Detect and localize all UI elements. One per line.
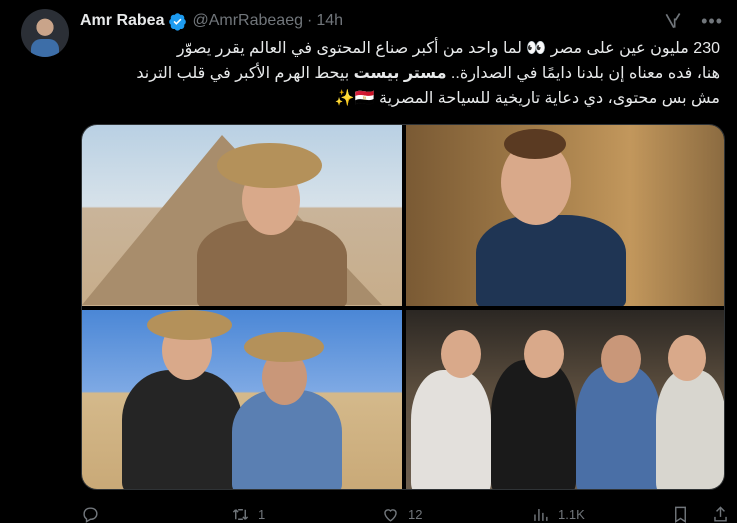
author-name[interactable]: Amr Rabea [80, 12, 164, 30]
mention-bold: مستر بيست [353, 65, 447, 82]
tweet-text-line-2: هنا، فده معناه إن بلدنا دايمًا في الصدار… [80, 61, 720, 86]
heart-icon [384, 508, 397, 522]
like-count: 12 [408, 506, 423, 522]
reply-button[interactable] [81, 505, 108, 523]
photo-two-men-pyramid[interactable] [82, 310, 402, 489]
separator-dot: · [307, 12, 313, 29]
person-shape [576, 365, 661, 489]
photo-group-inside-pyramid[interactable] [406, 310, 724, 489]
tweet-text-line-2-start: هنا، فده معناه إن بلدنا دايمًا في الصدار… [446, 65, 720, 82]
share-button[interactable] [711, 505, 730, 523]
hat-shape [244, 332, 324, 362]
person-shape [656, 370, 724, 489]
hat-shape [147, 310, 232, 340]
views-count: 1.1K [558, 506, 585, 522]
tweet-text-line-3: مش بس محتوى، دي دعاية تاريخية للسياحة ال… [334, 90, 720, 107]
more-icon[interactable]: ••• [701, 11, 723, 32]
person-shape [476, 215, 626, 306]
bookmark-button[interactable] [671, 505, 690, 523]
bookmark-icon [675, 506, 686, 523]
photo-pyramid-man-hat[interactable] [82, 125, 402, 306]
hair-shape [504, 129, 566, 159]
tweet-header: Amr Rabea @AmrRabeaeg · 14h ••• [80, 10, 723, 32]
retweet-button[interactable]: 1 [231, 505, 265, 523]
person-shape [122, 370, 242, 489]
verified-badge-icon [169, 12, 187, 31]
reply-icon [83, 506, 98, 523]
head-shape [441, 330, 481, 378]
author-avatar[interactable] [21, 9, 69, 57]
tweet-actions: 1 12 1.1K [81, 503, 731, 523]
person-shape [411, 370, 491, 489]
author-handle[interactable]: @AmrRabeaeg [192, 12, 303, 30]
head-shape [601, 335, 641, 383]
retweet-icon [232, 508, 249, 520]
tweet-text-line-2-end: بيحط الهرم الأكبر في قلب الترند [136, 65, 354, 82]
tweet-text-line-1: 230 مليون عين على مصر 👀 لما واحد من أكبر… [176, 40, 720, 57]
views-button[interactable]: 1.1K [531, 505, 585, 523]
share-icon [714, 505, 727, 522]
media-grid [81, 124, 725, 490]
person-shape [232, 390, 342, 489]
tweet-time[interactable]: 14h [316, 12, 343, 30]
head-shape [524, 330, 564, 378]
head-shape [668, 335, 706, 381]
retweet-count: 1 [258, 506, 266, 522]
views-chart-icon [534, 508, 548, 521]
like-button[interactable]: 12 [381, 505, 422, 523]
tweet-text: 230 مليون عين على مصر 👀 لما واحد من أكبر… [80, 36, 720, 111]
person-shape [491, 360, 576, 489]
photo-tunnel-man[interactable] [406, 125, 724, 306]
grok-icon[interactable] [663, 11, 683, 31]
hat-shape [217, 143, 322, 188]
